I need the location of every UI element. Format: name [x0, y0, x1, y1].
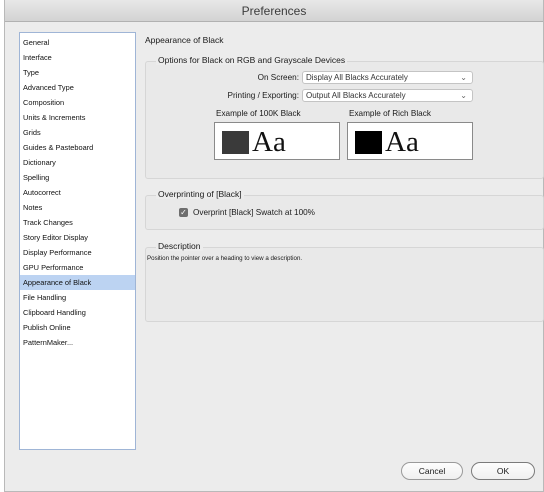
- preferences-sidebar: General Interface Type Advanced Type Composi…: [19, 32, 136, 450]
- overprint-legend: Overprinting of [Black]: [156, 189, 244, 199]
- sidebar-item-clipboard-handling[interactable]: Clipboard Handling: [20, 305, 135, 320]
- sidebar-item-grids[interactable]: Grids: [20, 125, 135, 140]
- black-options-legend: Options for Black on RGB and Grayscale D…: [156, 55, 348, 65]
- sidebar-item-story-editor-display[interactable]: Story Editor Display: [20, 230, 135, 245]
- sidebar-item-track-changes[interactable]: Track Changes: [20, 215, 135, 230]
- preferences-window: Preferences General Interface Type Advanced…: [4, 0, 544, 492]
- example-rich-box: Aa: [347, 122, 473, 160]
- overprint-checkbox-row[interactable]: ✓ Overprint [Black] Swatch at 100%: [179, 208, 315, 217]
- sidebar-item-units-increments[interactable]: Units & Increments: [20, 110, 135, 125]
- swatch-rich-black: [355, 131, 382, 154]
- sample-text-rich: Aa: [385, 126, 419, 158]
- window-title: Preferences: [5, 0, 543, 22]
- example-100k-label: Example of 100K Black: [216, 109, 301, 118]
- cancel-button[interactable]: Cancel: [401, 462, 463, 480]
- sidebar-item-dictionary[interactable]: Dictionary: [20, 155, 135, 170]
- sidebar-item-autocorrect[interactable]: Autocorrect: [20, 185, 135, 200]
- sample-text-100k: Aa: [252, 126, 286, 158]
- sidebar-item-appearance-of-black[interactable]: Appearance of Black: [20, 275, 135, 290]
- sidebar-item-display-performance[interactable]: Display Performance: [20, 245, 135, 260]
- sidebar-item-guides-pasteboard[interactable]: Guides & Pasteboard: [20, 140, 135, 155]
- overprint-checkbox[interactable]: ✓: [179, 208, 188, 217]
- sidebar-item-publish-online[interactable]: Publish Online: [20, 320, 135, 335]
- sidebar-item-composition[interactable]: Composition: [20, 95, 135, 110]
- sidebar-list: General Interface Type Advanced Type Composi…: [20, 33, 135, 350]
- overprint-section: Overprinting of [Black] ✓ Overprint [Bla…: [145, 189, 544, 230]
- sidebar-item-notes[interactable]: Notes: [20, 200, 135, 215]
- on-screen-select[interactable]: Display All Blacks Accurately ⌄: [302, 71, 473, 84]
- on-screen-value: Display All Blacks Accurately: [306, 73, 408, 82]
- swatch-100k-black: [222, 131, 249, 154]
- printing-label: Printing / Exporting:: [227, 91, 299, 100]
- sidebar-item-gpu-performance[interactable]: GPU Performance: [20, 260, 135, 275]
- on-screen-label: On Screen:: [257, 73, 299, 82]
- sidebar-item-interface[interactable]: Interface: [20, 50, 135, 65]
- description-text: Position the pointer over a heading to v…: [147, 255, 303, 262]
- page-title: Appearance of Black: [145, 35, 224, 45]
- sidebar-item-patternmaker[interactable]: PatternMaker...: [20, 335, 135, 350]
- black-options-section: Options for Black on RGB and Grayscale D…: [145, 55, 544, 179]
- printing-select[interactable]: Output All Blacks Accurately ⌄: [302, 89, 473, 102]
- sidebar-item-general[interactable]: General: [20, 35, 135, 50]
- on-screen-row: On Screen:: [146, 73, 299, 82]
- chevron-down-icon: ⌄: [460, 91, 467, 100]
- description-section: Description Position the pointer over a …: [145, 241, 544, 322]
- overprint-checkbox-label: Overprint [Black] Swatch at 100%: [193, 208, 315, 217]
- sidebar-item-spelling[interactable]: Spelling: [20, 170, 135, 185]
- example-100k-box: Aa: [214, 122, 340, 160]
- sidebar-item-type[interactable]: Type: [20, 65, 135, 80]
- sidebar-item-file-handling[interactable]: File Handling: [20, 290, 135, 305]
- sidebar-item-advanced-type[interactable]: Advanced Type: [20, 80, 135, 95]
- chevron-down-icon: ⌄: [460, 73, 467, 82]
- example-rich-label: Example of Rich Black: [349, 109, 431, 118]
- printing-value: Output All Blacks Accurately: [306, 91, 406, 100]
- description-legend: Description: [156, 241, 203, 251]
- printing-row: Printing / Exporting:: [146, 91, 299, 100]
- ok-button[interactable]: OK: [471, 462, 535, 480]
